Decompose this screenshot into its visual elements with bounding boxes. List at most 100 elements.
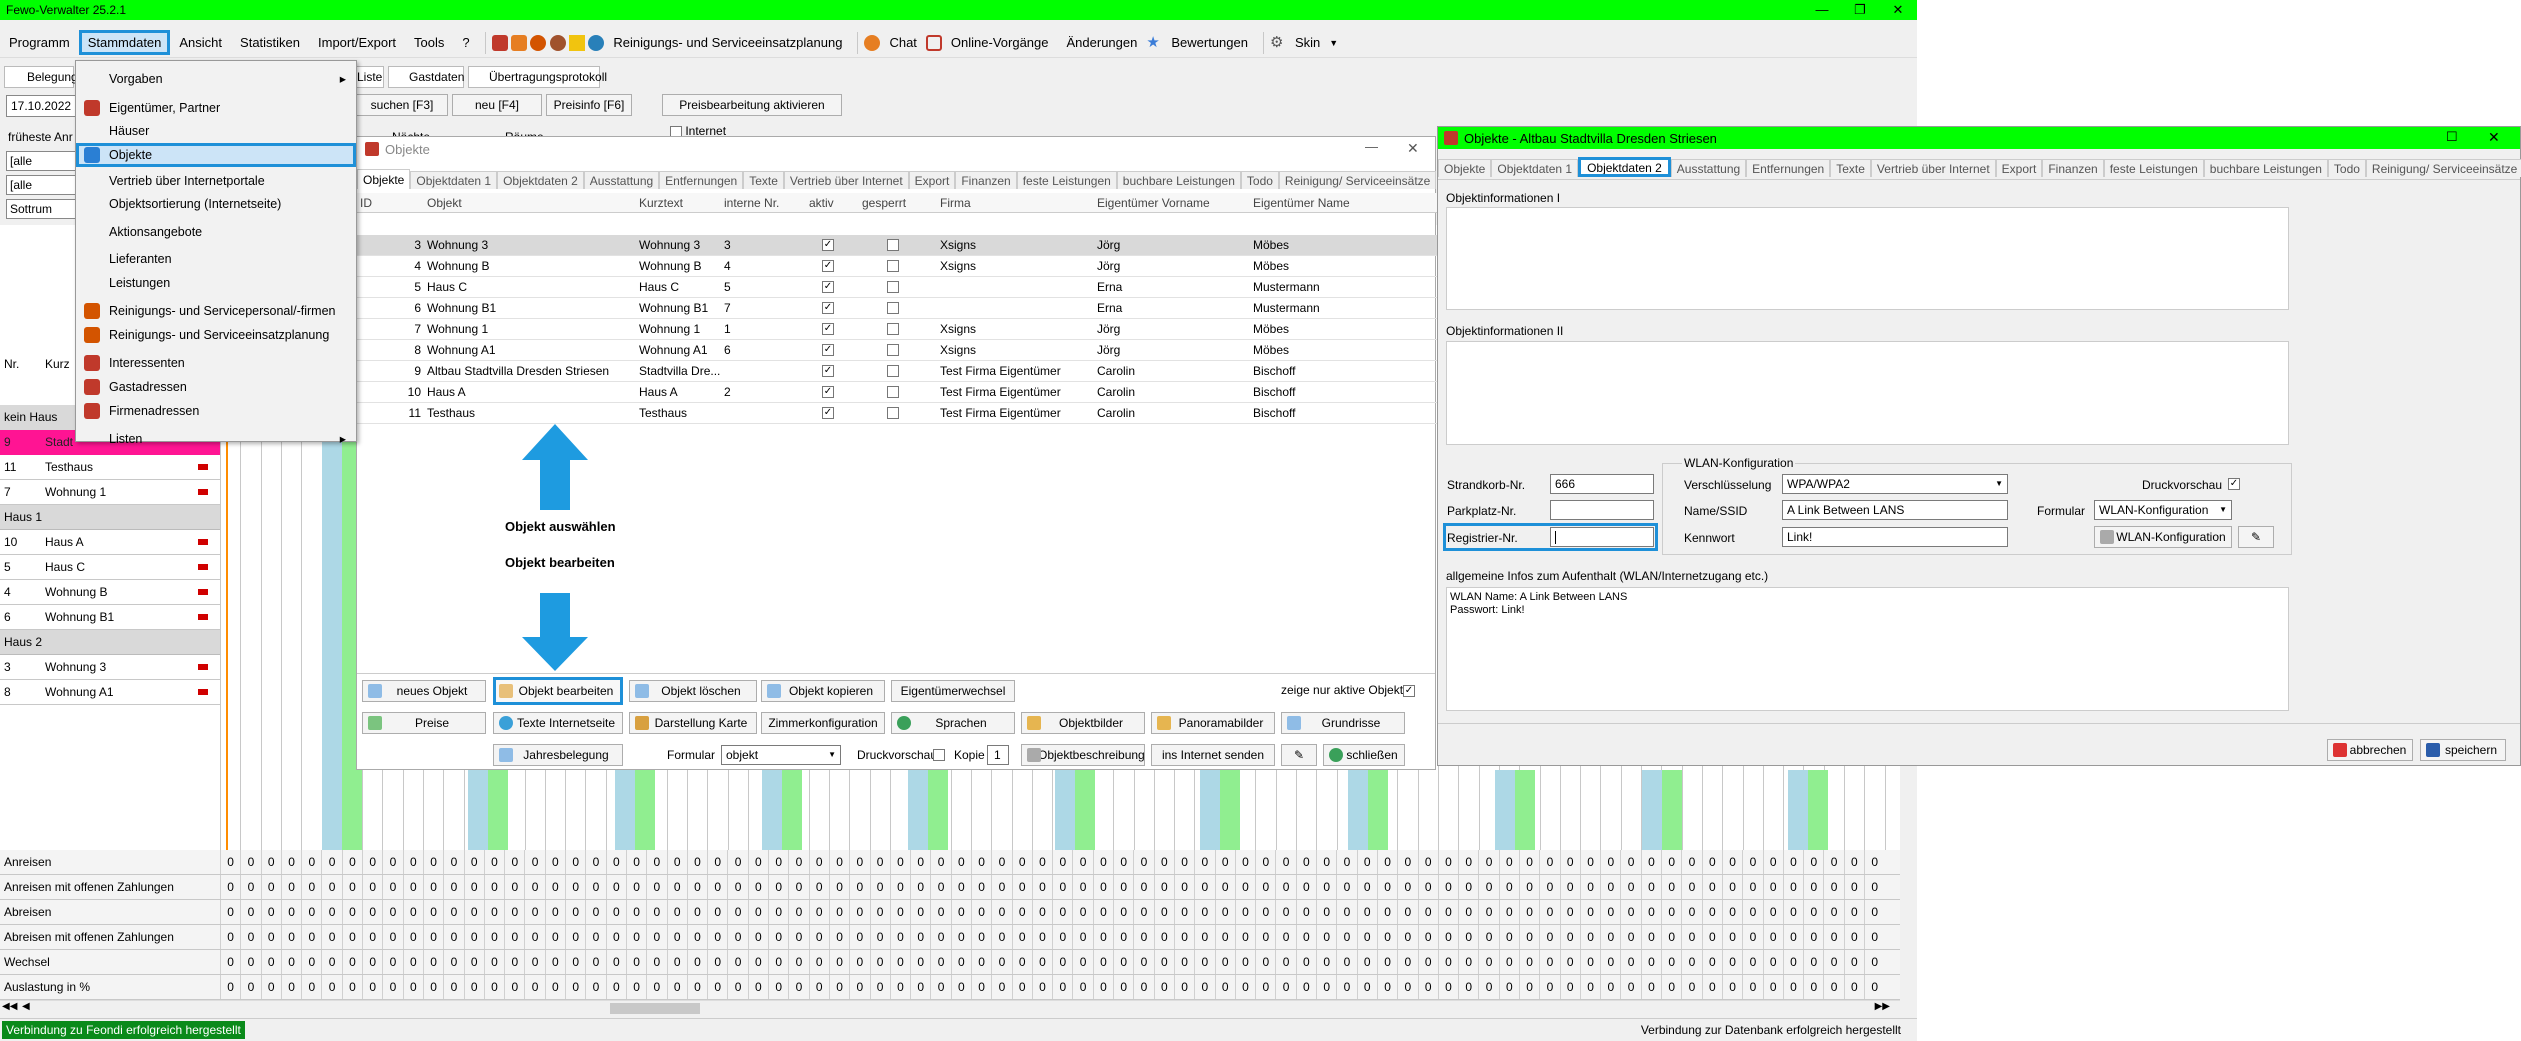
abbrechen-button[interactable]: abbrechen bbox=[2327, 739, 2413, 761]
registrier-field[interactable] bbox=[1550, 527, 1654, 547]
table-row[interactable]: 10 Haus A Haus A 2 ✓ Test Firma Eigentümer Car… bbox=[357, 382, 1437, 403]
edit-icon[interactable]: ✎ bbox=[1281, 744, 1317, 766]
aktiv-checkbox[interactable]: ✓ bbox=[822, 386, 834, 398]
table-row[interactable]: 3 Wohnung 3 bbox=[0, 655, 220, 680]
gesperrt-checkbox[interactable] bbox=[887, 302, 899, 314]
notes-icon[interactable] bbox=[569, 34, 586, 51]
tab-feste-leistungen[interactable]: feste Leistungen bbox=[2103, 159, 2204, 177]
belegung-tab[interactable]: Belegung bbox=[4, 66, 78, 88]
tab-reinigung-serviceeinsätze[interactable]: Reinigung/ Serviceeinsätze bbox=[2365, 159, 2521, 177]
minimize-icon[interactable]: — bbox=[1803, 0, 1841, 20]
column-header[interactable]: aktiv bbox=[809, 196, 834, 210]
aktiv-checkbox[interactable]: ✓ bbox=[822, 239, 834, 251]
parkplatz-field[interactable] bbox=[1550, 500, 1654, 520]
minimize-icon[interactable]: — bbox=[1365, 139, 1378, 154]
menu-help[interactable]: ? bbox=[453, 35, 478, 50]
gesperrt-checkbox[interactable] bbox=[887, 407, 899, 419]
tab-ausstattung[interactable]: Ausstattung bbox=[583, 171, 660, 189]
tab-export[interactable]: Export bbox=[1995, 159, 2043, 177]
maximize-icon[interactable]: ☐ bbox=[2446, 129, 2458, 145]
info1-textarea[interactable] bbox=[1446, 207, 2289, 310]
tab-finanzen[interactable]: Finanzen bbox=[955, 171, 1017, 189]
objekte-select[interactable]: [alle Objekte] bbox=[6, 175, 76, 195]
preisbearbeitung-button[interactable]: Preisbearbeitung aktivieren bbox=[662, 94, 842, 116]
table-row[interactable]: 6 Wohnung B1 bbox=[0, 605, 220, 630]
group-header[interactable]: Haus 1 bbox=[0, 505, 220, 530]
tab-objektdaten-1[interactable]: Objektdaten 1 bbox=[410, 171, 498, 189]
eigentuemerwechsel-button[interactable]: Eigentümerwechsel bbox=[891, 680, 1015, 702]
menu-item-reinigungs-und-serviceeinsatzplanung[interactable]: Reinigungs- und Serviceeinsatzplanung bbox=[76, 323, 356, 347]
column-header[interactable]: interne Nr. bbox=[724, 196, 779, 210]
neues-objekt-button[interactable]: neues Objekt bbox=[362, 680, 486, 702]
tab-todo[interactable]: Todo bbox=[1240, 171, 1279, 189]
aktiv-checkbox[interactable]: ✓ bbox=[822, 407, 834, 419]
formular-select[interactable]: objekt ▼ bbox=[721, 745, 841, 765]
table-row[interactable]: 3 Wohnung 3 Wohnung 3 3 ✓ Xsigns Jörg Möbes bbox=[357, 235, 1437, 256]
objekt-bearbeiten-button[interactable]: Objekt bearbeiten bbox=[493, 677, 623, 705]
group-header[interactable]: Haus 2 bbox=[0, 630, 220, 655]
column-header[interactable]: gesperrt bbox=[862, 196, 906, 210]
liste-tab[interactable]: Liste bbox=[354, 66, 384, 88]
tab-objektdaten-1[interactable]: Objektdaten 1 bbox=[1491, 159, 1579, 177]
objekt-kopieren-button[interactable]: Objekt kopieren bbox=[761, 680, 885, 702]
gesperrt-checkbox[interactable] bbox=[887, 365, 899, 377]
gastdaten-tab[interactable]: Gastdaten bbox=[388, 66, 464, 88]
schliessen-button[interactable]: schließen bbox=[1323, 744, 1405, 766]
menu-item-eigentümer-partner[interactable]: Eigentümer, Partner bbox=[76, 96, 356, 120]
changes-button[interactable]: Änderungen bbox=[1058, 35, 1147, 50]
table-row[interactable]: 10 Haus A bbox=[0, 530, 220, 555]
menu-item-vorgaben[interactable]: Vorgaben ▸ bbox=[76, 67, 356, 91]
aktiv-checkbox[interactable]: ✓ bbox=[822, 302, 834, 314]
kennwort-field[interactable]: Link! bbox=[1782, 527, 2008, 547]
neu-button[interactable]: neu [F4] bbox=[452, 94, 542, 116]
aktiv-checkbox[interactable]: ✓ bbox=[822, 323, 834, 335]
edit-icon[interactable]: ✎ bbox=[2238, 526, 2274, 548]
gesperrt-checkbox[interactable] bbox=[887, 344, 899, 356]
horizontal-scrollbar[interactable]: ◀◀ ◀ ▶▶ bbox=[0, 1000, 1900, 1016]
table-row[interactable]: 11 Testhaus bbox=[0, 455, 220, 480]
column-header[interactable]: Firma bbox=[940, 196, 971, 210]
tab-todo[interactable]: Todo bbox=[2327, 159, 2366, 177]
gesperrt-checkbox[interactable] bbox=[887, 386, 899, 398]
aktiv-checkbox[interactable]: ✓ bbox=[822, 281, 834, 293]
table-row[interactable]: 7 Wohnung 1 Wohnung 1 1 ✓ Xsigns Jörg Möbes bbox=[357, 319, 1437, 340]
ratings-button[interactable]: Bewertungen bbox=[1162, 35, 1257, 50]
table-row[interactable]: 5 Haus C Haus C 5 ✓ Erna Mustermann bbox=[357, 277, 1437, 298]
menu-item-aktionsangebote[interactable]: Aktionsangebote bbox=[76, 220, 356, 244]
strandkorb-field[interactable]: 666 bbox=[1550, 474, 1654, 494]
panoramabilder-button[interactable]: Panoramabilder bbox=[1151, 712, 1275, 734]
protokoll-tab[interactable]: Übertragungsprotokoll bbox=[468, 66, 607, 88]
date-field[interactable]: 17.10.2022 bbox=[6, 95, 76, 117]
preisinfo-button[interactable]: Preisinfo [F6] bbox=[546, 94, 632, 116]
jahresbelegung-button[interactable]: Jahresbelegung bbox=[493, 744, 623, 766]
online-button[interactable]: Online-Vorgänge bbox=[942, 35, 1058, 50]
table-row[interactable]: 4 Wohnung B bbox=[0, 580, 220, 605]
table-row[interactable]: 8 Wohnung A1 bbox=[0, 680, 220, 705]
table-row[interactable]: 4 Wohnung B Wohnung B 4 ✓ Xsigns Jörg Möbes bbox=[357, 256, 1437, 277]
column-header[interactable]: Objekt bbox=[427, 196, 462, 210]
texte-internetseite-button[interactable]: Texte Internetseite bbox=[493, 712, 623, 734]
skin-menu[interactable]: Skin bbox=[1286, 35, 1329, 50]
tab-texte[interactable]: Texte bbox=[1830, 159, 1871, 177]
people-icon[interactable] bbox=[549, 34, 566, 51]
menu-stammdaten[interactable]: Stammdaten bbox=[78, 30, 171, 55]
close-icon[interactable]: ✕ bbox=[1407, 140, 1419, 157]
info2-textarea[interactable] bbox=[1446, 341, 2289, 445]
objekt-loeschen-button[interactable]: Objekt löschen bbox=[629, 680, 757, 702]
column-header[interactable]: ID bbox=[360, 196, 372, 210]
tab-ausstattung[interactable]: Ausstattung bbox=[1670, 159, 1747, 177]
menu-item-reinigungs-und-servicepersonal-firmen[interactable]: Reinigungs- und Servicepersonal/-firmen bbox=[76, 299, 356, 323]
allg-textarea[interactable]: WLAN Name: A Link Between LANS Passwort: … bbox=[1446, 587, 2289, 711]
table-row[interactable]: 9 Altbau Stadtvilla Dresden Striesen Stadt… bbox=[357, 361, 1437, 382]
objektbeschreibung-button[interactable]: Objektbeschreibung bbox=[1021, 744, 1145, 766]
gear-icon[interactable]: ⚙ bbox=[1270, 34, 1286, 51]
aktiv-checkbox[interactable]: ✓ bbox=[822, 260, 834, 272]
tab-buchbare-leistungen[interactable]: buchbare Leistungen bbox=[1116, 171, 1241, 189]
haeuser-select[interactable]: [alle Häuser] bbox=[6, 151, 76, 171]
menu-item-leistungen[interactable]: Leistungen bbox=[76, 271, 356, 295]
tab-objektdaten-2[interactable]: Objektdaten 2 bbox=[497, 171, 584, 189]
tab-objektdaten-2[interactable]: Objektdaten 2 bbox=[1578, 157, 1671, 177]
verschluesselung-select[interactable]: WPA/WPA2 ▼ bbox=[1782, 474, 2008, 494]
tab-buchbare-leistungen[interactable]: buchbare Leistungen bbox=[2203, 159, 2328, 177]
table-row[interactable]: 7 Wohnung 1 bbox=[0, 480, 220, 505]
